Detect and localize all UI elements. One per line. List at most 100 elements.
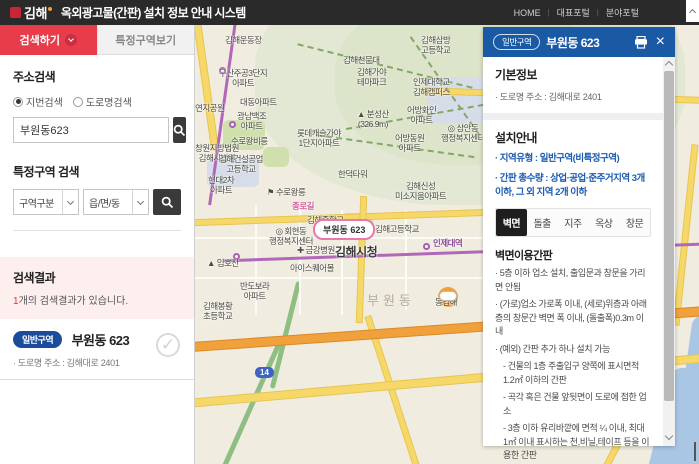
address-search-heading: 주소검색 bbox=[13, 68, 181, 85]
detail-panel-body: 기본정보 · 도로명 주소 : 김해대로 2401 설치안내 · 지역유형 : … bbox=[483, 57, 663, 464]
wall-sign-heading: 벽면이용간판 bbox=[495, 247, 651, 263]
address-search-input[interactable] bbox=[13, 117, 169, 143]
sidebar-tabs: 검색하기 특정구역보기 bbox=[0, 25, 194, 55]
map-label: 아이스퀘어몰 bbox=[290, 263, 334, 273]
wall-sign-rule: · (예외) 간판 추가 하나 설치 가능 bbox=[495, 343, 651, 357]
rail-station-icon bbox=[229, 121, 236, 128]
address-type-radios: 지번검색 도로명검색 bbox=[13, 94, 181, 109]
radio-selected-icon bbox=[13, 97, 23, 107]
map-label: 구산주공3단지 아파트 bbox=[219, 68, 267, 88]
panel-scrollbar-thumb[interactable] bbox=[664, 71, 674, 401]
panel-title: 부원동 623 bbox=[546, 34, 599, 51]
zone-type-badge: 일반구역 bbox=[13, 331, 62, 348]
radio-road-name[interactable]: 도로명검색 bbox=[73, 94, 132, 109]
search-sidebar: 검색하기 특정구역보기 주소검색 지번검색 도로명검색 bbox=[0, 25, 195, 464]
map-label: 연지공원 bbox=[195, 103, 224, 113]
map-label: 한덕타워 bbox=[338, 169, 367, 179]
route-number-badge: 14 bbox=[255, 367, 274, 378]
tab-search-label: 검색하기 bbox=[20, 32, 60, 48]
interchange-badge bbox=[439, 291, 457, 301]
minor-road bbox=[299, 205, 301, 315]
logo-dot-icon bbox=[48, 7, 52, 11]
map-label: ◎ 삼안동 행정복지센터 bbox=[441, 123, 485, 143]
search-result-marker[interactable]: 부원동 623 bbox=[313, 219, 375, 240]
map-label: 광남백조 아파트 bbox=[237, 111, 266, 131]
map-label: 대동아파트 bbox=[240, 97, 277, 107]
city-logo[interactable]: 김해 bbox=[10, 3, 52, 22]
map-road-label: 종로길 bbox=[292, 201, 314, 211]
zone-type-note: · 지역유형 : 일반구역(비특정구역) bbox=[495, 152, 651, 166]
road-west-vertical bbox=[195, 25, 218, 150]
map-label: 김해가야 테마파크 bbox=[357, 67, 386, 87]
map-label: ◎ 회현동 행정복지센터 bbox=[269, 226, 313, 246]
page-scroll-up[interactable] bbox=[686, 0, 699, 22]
result-list-item[interactable]: 일반구역 부원동 623 · 도로명 주소 : 김해대로 2401 ✓ bbox=[0, 319, 194, 380]
chevron-down-icon bbox=[132, 190, 148, 214]
tab-search[interactable]: 검색하기 bbox=[0, 25, 97, 55]
result-road-address: · 도로명 주소 : 김해대로 2401 bbox=[13, 356, 181, 369]
detail-panel: 일반구역 부원동 623 × 기본정보 · 도로명 주소 : 김해대로 2401… bbox=[483, 27, 675, 446]
basic-info-heading: 기본정보 bbox=[495, 66, 651, 83]
city-emblem-icon bbox=[10, 7, 21, 18]
map-label-hospital: ✚ 금강병원 bbox=[297, 245, 335, 255]
zone-select-row: 구역구분 읍/면/동 bbox=[13, 189, 181, 215]
install-guide-section: 설치안내 · 지역유형 : 일반구역(비특정구역) · 간판 총수량 : 상업·… bbox=[483, 120, 663, 464]
tab-window-sign[interactable]: 창문 bbox=[619, 209, 650, 236]
wall-sign-exception: - 3층 이하 유리바깥에 면적 ¼ 이내, 최대 1㎡ 이내 표시하는 천,비… bbox=[495, 422, 651, 463]
tab-protruding-sign[interactable]: 돌출 bbox=[527, 209, 558, 236]
basic-info-address: · 도로명 주소 : 김해대로 2401 bbox=[495, 90, 651, 103]
wall-sign-rule: · 5층 이하 업소 설치, 출입문과 창문을 가리면 안됨 bbox=[495, 267, 651, 294]
tab-zone-view[interactable]: 특정구역보기 bbox=[97, 25, 195, 55]
map-label-station: 인제대역 bbox=[433, 238, 462, 248]
minor-road bbox=[195, 277, 495, 279]
map-label: 김해고등학교 bbox=[375, 224, 419, 234]
map-label-city-hall: 김해시청 bbox=[335, 245, 377, 259]
park-green bbox=[263, 147, 289, 167]
map-label: 인제대학교 김해캠퍼스 bbox=[413, 77, 450, 97]
page-scroll-down[interactable] bbox=[694, 442, 696, 460]
scroll-up-icon[interactable] bbox=[665, 61, 673, 69]
nav-main-portal-link[interactable]: 대표포털 bbox=[557, 6, 590, 19]
page-title: 옥외광고물(간판) 설치 정보 안내 시스템 bbox=[61, 4, 246, 21]
radio-jibun[interactable]: 지번검색 bbox=[13, 94, 63, 109]
tab-pole-sign[interactable]: 지주 bbox=[558, 209, 589, 236]
nav-separator: | bbox=[548, 8, 550, 17]
results-count-text: 1개의 검색결과가 있습니다. bbox=[13, 292, 181, 307]
search-icon bbox=[173, 124, 186, 137]
address-input-row bbox=[13, 117, 181, 143]
section-divider bbox=[483, 113, 663, 120]
sign-type-tabs: 벽면 돌출 지주 옥상 창문 bbox=[495, 208, 651, 237]
zone-search-button[interactable] bbox=[153, 189, 181, 215]
tab-wall-sign[interactable]: 벽면 bbox=[496, 209, 527, 236]
zone-search-heading: 특정구역 검색 bbox=[13, 163, 181, 180]
selected-check-icon: ✓ bbox=[156, 333, 180, 357]
tab-rooftop-sign[interactable]: 옥상 bbox=[588, 209, 619, 236]
rail-station-icon bbox=[423, 243, 430, 250]
map-label: 반도보라 아파트 bbox=[240, 281, 269, 301]
top-nav: HOME | 대표포털 | 분야포털 bbox=[514, 6, 639, 19]
nav-field-portal-link[interactable]: 분야포털 bbox=[606, 6, 639, 19]
road-east-vertical bbox=[674, 145, 698, 325]
address-search-button[interactable] bbox=[173, 117, 186, 143]
results-count-suffix: 개의 검색결과가 있습니다. bbox=[19, 296, 129, 307]
radio-jibun-label: 지번검색 bbox=[26, 94, 63, 109]
radio-unselected-icon bbox=[73, 97, 83, 107]
nav-home-link[interactable]: HOME bbox=[514, 8, 541, 18]
chevron-down-circle-icon bbox=[65, 34, 77, 46]
district-select[interactable]: 읍/면/동 bbox=[83, 189, 149, 215]
sidebar-body: 주소검색 지번검색 도로명검색 특정구역 검색 구역구분 bbox=[0, 55, 194, 244]
scroll-down-icon[interactable] bbox=[665, 432, 673, 440]
map-label-mountain: ▲ 분성산 (326.9m) bbox=[357, 109, 389, 129]
wall-sign-exception: - 건물의 1층 주출입구 양쪽에 표시면적 1.2㎡ 이하의 간판 bbox=[495, 360, 651, 387]
zone-type-select[interactable]: 구역구분 bbox=[13, 189, 79, 215]
chevron-down-icon bbox=[62, 190, 78, 214]
print-icon[interactable] bbox=[634, 36, 648, 49]
city-logo-text: 김해 bbox=[24, 3, 47, 22]
map-district-label: 부원동 bbox=[367, 293, 415, 309]
map-label: 김해천문대 bbox=[343, 55, 380, 65]
close-icon[interactable]: × bbox=[656, 34, 665, 50]
panel-scrollbar[interactable] bbox=[663, 57, 675, 446]
nav-separator: | bbox=[597, 8, 599, 17]
district-value: 읍/면/동 bbox=[89, 195, 120, 210]
tab-zone-view-label: 특정구역보기 bbox=[115, 32, 176, 48]
